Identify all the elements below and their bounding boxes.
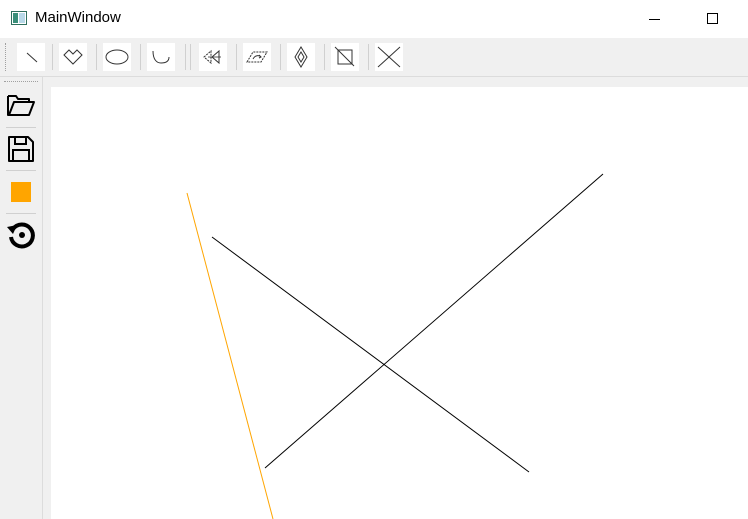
toolbar-separator [190,44,191,70]
curve-icon [152,50,170,64]
color-swatch-icon [11,182,31,202]
toolbar-separator [368,44,369,70]
delete-tool-button[interactable] [374,42,404,72]
clip-icon [334,46,355,67]
ellipse-tool-button[interactable] [102,42,132,72]
rotate-shape-icon [246,51,268,63]
title-bar: MainWindow [0,0,748,38]
toolbar-separator [140,44,141,70]
line-tool-button[interactable] [16,42,46,72]
top-toolbar [0,38,748,77]
drawn-line [264,173,604,469]
drawn-line [211,236,530,473]
toolbar-separator [6,127,36,128]
toolbar-grip[interactable] [5,43,8,71]
toolbar-separator [96,44,97,70]
rotate-tool-button[interactable] [242,42,272,72]
reset-button[interactable] [5,219,37,251]
toolbar-separator [236,44,237,70]
left-toolbar [0,77,43,519]
toolbar-separator [324,44,325,70]
save-icon [8,136,34,162]
minimize-button[interactable] [632,0,678,38]
drawn-line [186,192,274,519]
clip-tool-button[interactable] [330,42,360,72]
window-title: MainWindow [35,9,121,26]
maximize-button[interactable] [690,0,736,38]
curve-tool-button[interactable] [146,42,176,72]
scale-icon [294,46,308,68]
toolbar-separator [6,213,36,214]
toolbar-separator [185,44,186,70]
toolbar-separator [6,170,36,171]
toolbar-separator [52,44,53,70]
color-button[interactable] [5,176,37,208]
toolbar-grip[interactable] [4,81,38,84]
canvas-drawing [186,173,604,519]
ellipse-icon [105,49,129,65]
line-icon [26,52,38,63]
polygon-icon [63,49,83,65]
minimize-icon [649,19,660,20]
main-window: MainWindow [0,0,748,519]
scale-tool-button[interactable] [286,42,316,72]
translate-tool-button[interactable] [198,42,228,72]
open-button[interactable] [5,89,37,121]
toolbar-separator [280,44,281,70]
maximize-icon [707,13,718,24]
reset-icon [7,222,35,249]
app-icon [11,11,27,25]
save-button[interactable] [5,133,37,165]
drawing-canvas[interactable] [51,87,748,519]
folder-open-icon [7,95,35,116]
polygon-tool-button[interactable] [58,42,88,72]
delete-x-icon [377,46,401,68]
translate-icon [203,49,221,65]
